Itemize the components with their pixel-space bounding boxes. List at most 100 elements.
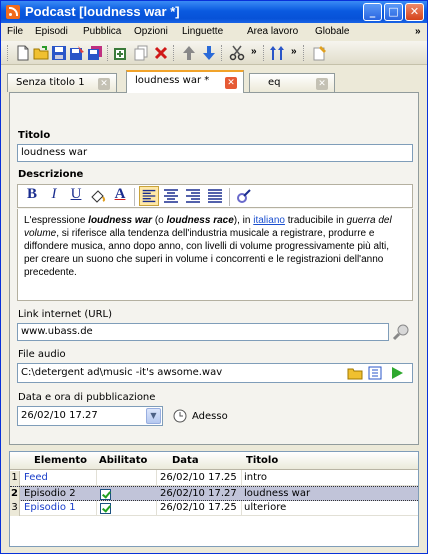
row-elemento: Episodio 1 <box>24 502 76 513</box>
enabled-checkbox[interactable] <box>100 489 111 500</box>
descrizione-label: Descrizione <box>18 169 84 180</box>
toolbar-overflow[interactable]: » <box>251 46 257 57</box>
table-row[interactable]: 1 Feed 26/02/10 17.25 intro <box>10 471 418 486</box>
window-title: Podcast [loudness war *] <box>25 4 180 19</box>
description-bold: loudness war <box>88 215 153 226</box>
add-episode-icon[interactable] <box>113 45 129 61</box>
date-dropdown-button[interactable]: ▼ <box>146 408 161 424</box>
description-text: ), in <box>233 215 254 226</box>
title-bar[interactable]: Podcast [loudness war *] _ □ ✕ <box>1 1 427 23</box>
tab-bar: Senza titolo 1 ✕ loudness war * ✕ eq ✕ <box>1 67 427 93</box>
toolbar: » » <box>1 41 427 65</box>
date-picker[interactable]: 26/02/10 17.27 <box>17 406 163 426</box>
align-center-icon[interactable] <box>161 186 181 206</box>
description-bold: loudness race <box>166 215 234 226</box>
clock-icon[interactable] <box>173 409 187 423</box>
close-button[interactable]: ✕ <box>405 3 424 21</box>
maximize-button[interactable]: □ <box>384 3 403 21</box>
menu-opzioni[interactable]: Opzioni <box>134 26 168 37</box>
podcast-rss-icon <box>6 5 20 19</box>
menu-file[interactable]: File <box>7 26 23 37</box>
justify-icon[interactable] <box>205 186 225 206</box>
description-text: (o <box>152 215 167 226</box>
description-link[interactable]: italiano <box>253 215 285 226</box>
row-number: 1 <box>10 471 20 486</box>
hyperlink-icon[interactable] <box>234 186 254 206</box>
format-separator <box>229 188 230 206</box>
link-input[interactable]: www.ubass.de <box>17 323 389 341</box>
menu-pubblica[interactable]: Pubblica <box>83 26 121 37</box>
close-icon[interactable]: ✕ <box>98 78 110 90</box>
table-row-selected[interactable]: 2 Episodio 2 26/02/10 17.27 loudness war <box>10 486 418 502</box>
toolbar-separator <box>173 45 175 61</box>
menu-globale[interactable]: Globale <box>315 26 349 37</box>
date-value: 26/02/10 17.27 <box>21 410 98 421</box>
sort-up-icon[interactable] <box>269 45 285 61</box>
tab-senza-titolo-1[interactable]: Senza titolo 1 ✕ <box>7 73 117 92</box>
row-number: 3 <box>10 501 20 516</box>
column-data[interactable]: Data <box>172 455 199 466</box>
close-icon[interactable]: ✕ <box>316 78 328 90</box>
save-as-icon[interactable] <box>69 45 85 61</box>
episodes-table: Elemento Abilitato Data Titolo 1 Feed 26… <box>9 451 419 547</box>
bold-button[interactable]: B <box>22 186 42 206</box>
row-elemento: Feed <box>24 472 48 483</box>
move-down-icon[interactable] <box>201 45 217 61</box>
move-up-icon[interactable] <box>181 45 197 61</box>
tab-label: Senza titolo 1 <box>16 77 85 88</box>
toolbar-overflow[interactable]: » <box>291 46 297 57</box>
menu-bar: File Episodi Pubblica Opzioni Linguette … <box>1 23 427 41</box>
close-icon[interactable]: ✕ <box>225 77 237 89</box>
toolbar-separator <box>107 45 109 61</box>
align-right-icon[interactable] <box>183 186 203 206</box>
globe-search-icon[interactable] <box>392 323 410 341</box>
toolbar-grip <box>7 45 9 61</box>
row-titolo: intro <box>244 472 268 483</box>
save-all-icon[interactable] <box>87 45 103 61</box>
toolbar-separator <box>221 45 223 61</box>
tab-label: eq <box>268 77 281 88</box>
italic-button[interactable]: I <box>44 186 64 206</box>
description-text: traducibile in <box>284 215 347 226</box>
description-text: , si riferisce alla tendenza dell'indust… <box>24 228 390 278</box>
row-number: 2 <box>10 487 20 502</box>
delete-icon[interactable] <box>153 45 169 61</box>
titolo-label: Titolo <box>18 130 51 141</box>
format-separator <box>134 188 135 206</box>
align-left-icon[interactable] <box>139 186 159 206</box>
new-document-icon[interactable] <box>15 45 31 61</box>
properties-icon[interactable] <box>311 45 327 61</box>
tab-eq[interactable]: eq ✕ <box>249 73 335 92</box>
enabled-checkbox[interactable] <box>100 503 111 514</box>
now-button[interactable]: Adesso <box>192 411 228 422</box>
menu-area-lavoro[interactable]: Area lavoro <box>247 26 298 37</box>
titolo-input[interactable]: loudness war <box>17 144 413 162</box>
duplicate-icon[interactable] <box>133 45 149 61</box>
column-titolo[interactable]: Titolo <box>246 455 278 466</box>
column-elemento[interactable]: Elemento <box>34 455 87 466</box>
table-row[interactable]: 3 Episodio 1 26/02/10 17.25 ulteriore <box>10 501 418 516</box>
description-editor[interactable]: L'espressione loudness war (o loudness r… <box>17 209 413 301</box>
fill-color-icon[interactable] <box>88 186 108 206</box>
save-icon[interactable] <box>51 45 67 61</box>
column-abilitato[interactable]: Abilitato <box>99 455 147 466</box>
file-info-icon[interactable] <box>367 365 383 381</box>
date-label: Data e ora di pubblicazione <box>18 392 156 403</box>
app-window: Podcast [loudness war *] _ □ ✕ File Epis… <box>0 0 428 554</box>
row-data: 26/02/10 17.25 <box>160 472 237 483</box>
row-data: 26/02/10 17.25 <box>160 502 237 513</box>
menu-overflow[interactable]: » <box>415 26 421 37</box>
tab-loudness-war[interactable]: loudness war * ✕ <box>126 70 244 93</box>
menu-linguette[interactable]: Linguette <box>182 26 223 37</box>
open-folder-icon[interactable] <box>33 45 49 61</box>
font-color-button[interactable]: A <box>110 186 130 206</box>
row-titolo: loudness war <box>244 488 311 499</box>
underline-button[interactable]: U <box>66 186 86 206</box>
minimize-button[interactable]: _ <box>363 3 382 21</box>
cut-icon[interactable] <box>229 45 245 61</box>
browse-folder-icon[interactable] <box>347 365 363 381</box>
play-icon[interactable] <box>389 365 405 381</box>
menu-episodi[interactable]: Episodi <box>35 26 68 37</box>
tab-label: loudness war * <box>135 75 210 86</box>
row-data: 26/02/10 17.27 <box>160 488 237 499</box>
